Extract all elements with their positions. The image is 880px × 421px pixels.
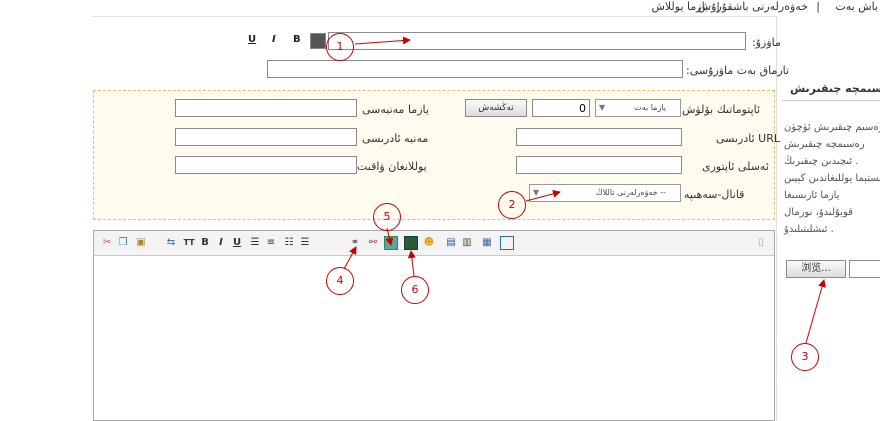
chevron-down-icon: ▼ (599, 103, 606, 112)
side-panel-text-line: يازما ئارىسىغا (784, 190, 840, 201)
nav-separator: | (716, 0, 720, 13)
auto-page-label: ئاپتوماتىك بۆلۈش (682, 103, 761, 116)
copy-icon[interactable]: ❐ (116, 236, 130, 250)
publish-time-label: يوللانغان ۋاقىت (357, 160, 427, 173)
url-input[interactable] (516, 128, 682, 146)
top-navigation: باش بەت | خەۋەرلەرنى باشقۇرۇش | يازما يو… (0, 0, 880, 16)
side-panel-text-line: قويۇلىدۇ، نورمال (784, 207, 853, 218)
paste-icon[interactable]: ▣ (134, 236, 148, 250)
replace-icon[interactable]: ⇆ (164, 236, 178, 250)
file-path-input[interactable] (849, 260, 880, 278)
url-label: URL ئادرىسى (716, 132, 780, 145)
emoticon-icon[interactable]: ☻ (422, 236, 436, 250)
link-title-label: تارماق بەت ماۋزۇسى: (686, 64, 790, 77)
save-icon[interactable]: ▦ (480, 236, 494, 250)
side-panel-text-line: رەسىم چىقىرىش ئۈچۈن (784, 122, 880, 133)
source-address-label: مەنبە ئادرىسى (362, 132, 429, 145)
side-panel-divider (782, 100, 880, 101)
nav-separator: | (816, 0, 820, 13)
unlink-icon[interactable]: ⚯ (366, 236, 380, 250)
page-break-icon[interactable]: ▥ (460, 236, 474, 250)
align-center-icon[interactable]: ≡ (264, 236, 278, 250)
text-size-icon[interactable]: TT (182, 236, 196, 250)
bold-format-button[interactable]: B (293, 34, 301, 45)
ordered-list-icon[interactable]: ☷ (282, 236, 296, 250)
annotation-callout-1: 1 (326, 33, 354, 61)
underline-icon[interactable]: U (230, 236, 244, 250)
browse-file-button[interactable]: 浏览... (786, 260, 846, 278)
side-panel-title: رەسىمچە چىقىرىش (790, 82, 880, 95)
original-author-label: ئەسلى ئاپتورى (702, 160, 769, 173)
annotation-callout-2: 2 (498, 191, 526, 219)
annotation-callout-6: 6 (401, 276, 429, 304)
side-panel-text-line: ئىچىدىن چىقىرىڭ . (784, 156, 859, 167)
annotation-callout-4: 4 (326, 267, 354, 295)
nav-news-management-link[interactable]: خەۋەرلەرنى باشقۇرۇش (698, 0, 808, 13)
link-icon[interactable]: ⚭ (348, 236, 362, 250)
nav-home-link[interactable]: باش بەت (835, 0, 878, 13)
unordered-list-icon[interactable]: ☰ (298, 236, 312, 250)
publish-time-input[interactable] (175, 156, 357, 174)
auto-page-apply-button[interactable]: تەڭشەش (465, 99, 527, 117)
source-address-input[interactable] (175, 128, 357, 146)
channel-select[interactable]: ▼ -- خەۋەرلەرنى تاللاڭ (529, 184, 681, 202)
insert-table-icon[interactable]: ▤ (444, 236, 458, 250)
annotation-callout-5: 5 (373, 203, 401, 231)
author-label: يازما مەنبەسى (362, 103, 429, 116)
link-title-input[interactable] (267, 60, 683, 78)
auto-page-count-input[interactable] (532, 99, 590, 117)
channel-label: قانال-سەھىپە (684, 188, 745, 201)
author-input[interactable] (175, 99, 357, 117)
side-panel-text-line: سىستېما يوللىغاندىن كېيىن (784, 173, 880, 184)
top-divider (92, 16, 776, 17)
document-icon[interactable]: ▯ (754, 236, 768, 250)
auto-page-select[interactable]: ▼ يازما بەت (595, 99, 681, 117)
content-editor-area[interactable] (93, 230, 775, 421)
side-panel-text-line: ئىشلىتىلىدۇ . (784, 224, 834, 235)
italic-format-button[interactable]: I (272, 34, 276, 45)
insert-image-icon[interactable] (384, 236, 398, 250)
chevron-down-icon: ▼ (533, 188, 540, 197)
cut-icon[interactable]: ✂ (100, 236, 114, 250)
insert-media-icon[interactable] (404, 236, 418, 250)
side-panel-text-line: رەسىمچە چىقىرىش (784, 139, 865, 150)
editor-toolbar: ✂ ❐ ▣ ⇆ TT B I U ☰ ≡ ☷ ☰ ⚭ ⚯ ☻ ▤ ▥ ▦ ▯ (94, 231, 774, 256)
bold-icon[interactable]: B (198, 236, 212, 250)
nav-add-new-link[interactable]: يازما يوللاش (651, 0, 708, 13)
align-right-icon[interactable]: ☰ (248, 236, 262, 250)
annotation-callout-3: 3 (791, 343, 819, 371)
title-input[interactable] (328, 32, 746, 50)
underline-format-button[interactable]: U (248, 34, 256, 45)
title-color-picker[interactable] (310, 33, 326, 49)
italic-icon[interactable]: I (214, 236, 228, 250)
original-author-input[interactable] (516, 156, 682, 174)
title-label: ماۋزۇ: (752, 36, 781, 49)
fullscreen-icon[interactable] (500, 236, 514, 250)
